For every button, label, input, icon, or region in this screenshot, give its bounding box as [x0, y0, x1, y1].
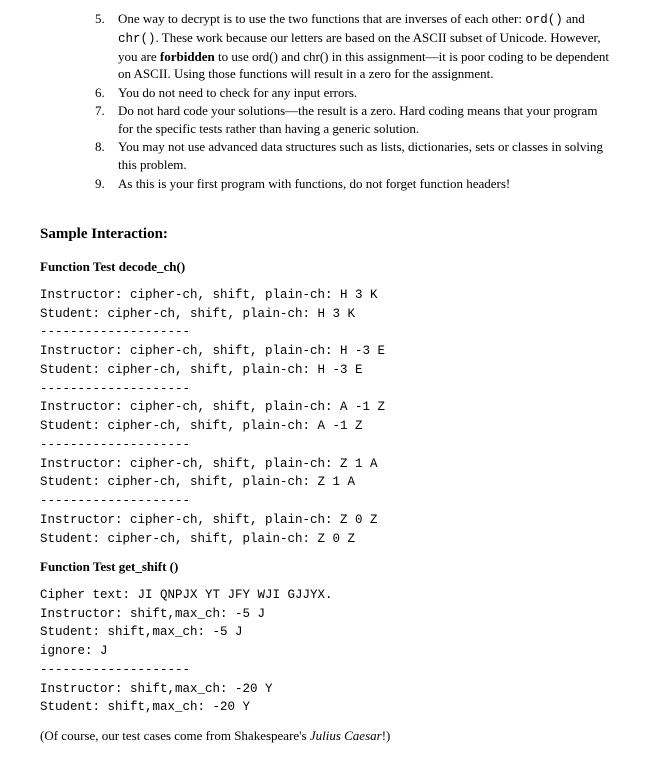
text: You may not use advanced data structures… — [118, 139, 603, 172]
text: Do not hard code your solutions—the resu… — [118, 103, 597, 136]
test-decode-header: Function Test decode_ch() — [40, 258, 612, 276]
test-getshift-output: Cipher text: JI QNPJX YT JFY WJI GJJYX. … — [40, 586, 612, 717]
test-decode-output: Instructor: cipher-ch, shift, plain-ch: … — [40, 286, 612, 549]
code-ord: ord() — [525, 13, 563, 27]
text: One way to decrypt is to use the two fun… — [118, 11, 525, 26]
footnote-prefix: (Of course, our test cases come from Sha… — [40, 728, 310, 743]
instruction-list: One way to decrypt is to use the two fun… — [40, 10, 612, 192]
footnote-italic: Julius Caesar — [310, 728, 382, 743]
list-item: You may not use advanced data structures… — [108, 138, 612, 173]
test-getshift-header: Function Test get_shift () — [40, 558, 612, 576]
text: As this is your first program with funct… — [118, 176, 510, 191]
text: You do not need to check for any input e… — [118, 85, 357, 100]
footnote-suffix: !) — [382, 728, 391, 743]
code-chr: chr() — [118, 32, 156, 46]
list-item: As this is your first program with funct… — [108, 175, 612, 193]
list-item: One way to decrypt is to use the two fun… — [108, 10, 612, 83]
bold-word: forbidden — [160, 49, 215, 64]
list-item: You do not need to check for any input e… — [108, 84, 612, 102]
section-heading: Sample Interaction: — [40, 224, 612, 244]
text: and — [563, 11, 585, 26]
list-item: Do not hard code your solutions—the resu… — [108, 102, 612, 137]
footnote: (Of course, our test cases come from Sha… — [40, 727, 612, 745]
